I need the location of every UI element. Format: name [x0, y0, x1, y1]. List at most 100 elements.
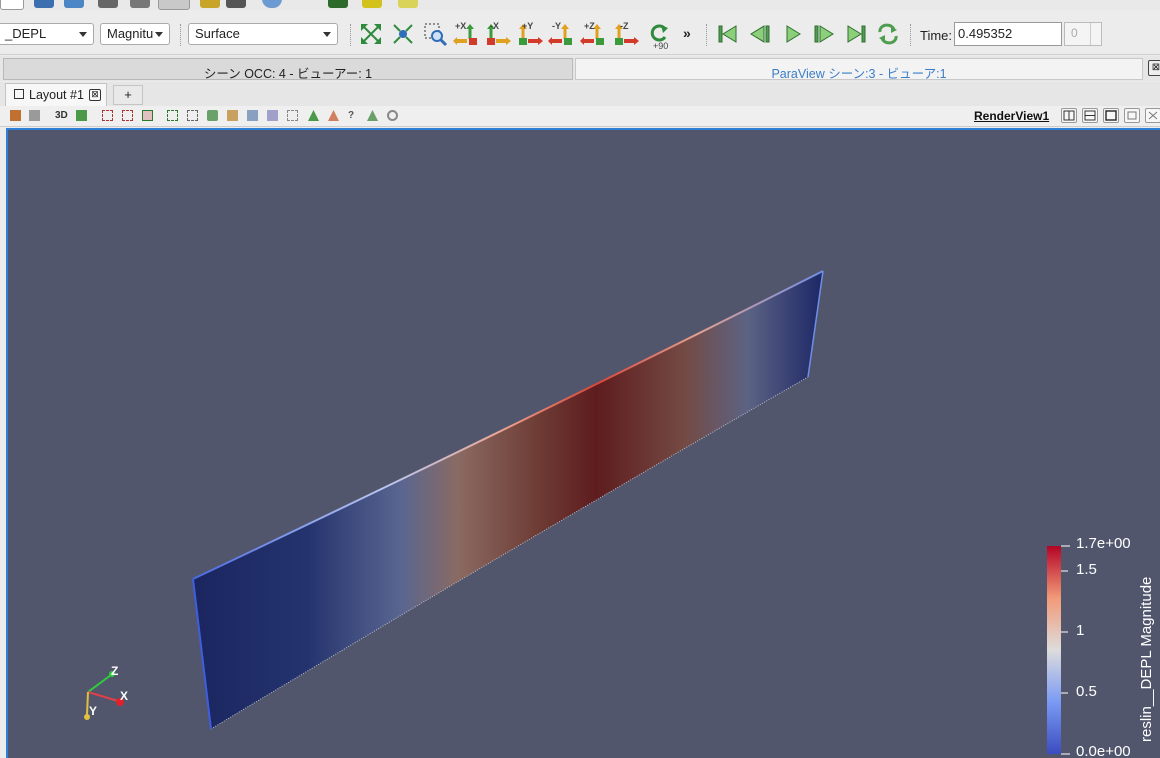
restore-icon [1127, 111, 1137, 120]
view-minus-z-button[interactable]: -Z [612, 21, 640, 47]
interactive-select-icon[interactable] [167, 110, 178, 121]
view-plus-x-label: +X [455, 21, 467, 31]
undo-icon[interactable] [130, 0, 150, 8]
play-button[interactable] [778, 21, 806, 47]
view-minus-z-label: -Z [620, 21, 629, 31]
zoom-to-box-button[interactable] [421, 21, 449, 47]
toolbar-overflow-button[interactable]: » [683, 25, 691, 41]
rotate-90-button[interactable]: +90 [645, 21, 673, 51]
view-plus-z-label: +Z [584, 21, 595, 31]
view-plus-x-button[interactable]: +X [453, 21, 481, 47]
split-vertical-icon [1084, 110, 1096, 121]
select-block-icon[interactable] [207, 110, 218, 121]
next-frame-button[interactable] [810, 21, 838, 47]
view-minus-y-button[interactable]: -Y [548, 21, 576, 47]
deformed-beam-mesh [193, 271, 823, 729]
array-selector-value: _DEPL [5, 26, 47, 41]
colorbar-tick-label: 1.5 [1076, 561, 1097, 578]
colorbar-gradient [1047, 546, 1061, 754]
save-icon[interactable] [64, 0, 84, 8]
select-points-icon[interactable] [122, 110, 133, 121]
add-layout-button[interactable]: + [113, 85, 143, 105]
clear-selection-icon[interactable] [287, 110, 298, 121]
maximize-button[interactable] [1103, 108, 1119, 123]
first-frame-button[interactable] [714, 21, 742, 47]
hover-points-icon[interactable] [227, 110, 238, 121]
chevron-down-icon [323, 32, 331, 37]
sphere-icon[interactable] [262, 0, 282, 8]
first-frame-icon [718, 25, 737, 43]
select-cells-icon[interactable] [102, 110, 113, 121]
grow-selection-icon[interactable] [247, 110, 258, 121]
layout-icon [14, 89, 24, 99]
view-tab-bar: シーン OCC: 4 - ビューアー: 1 ParaView シーン:3 - ビ… [0, 56, 1160, 81]
lightning-icon[interactable] [362, 0, 382, 8]
restore-button[interactable] [1124, 108, 1140, 123]
view-plus-z-button[interactable]: +Z [580, 21, 608, 47]
toolbar-separator [350, 24, 353, 46]
loop-button[interactable] [874, 21, 902, 47]
active-tool-icon[interactable] [158, 0, 190, 10]
component-selector[interactable]: Magnitu [100, 23, 170, 45]
spinbox-divider [1090, 23, 1091, 45]
camera-icon[interactable] [76, 110, 87, 121]
ruler-icon[interactable] [328, 110, 339, 121]
layout-tab-bar: Layout #1 ⊠ + [0, 82, 1160, 106]
layout-tab-label: Layout #1 [29, 88, 84, 102]
axis-z-line [87, 674, 112, 693]
chevron-down-icon [155, 32, 163, 37]
view-minus-x-button[interactable]: -X [484, 21, 512, 47]
upper-combo-edge[interactable] [0, 0, 24, 10]
chevron-down-icon [79, 32, 87, 37]
view-plus-y-button[interactable]: +Y [516, 21, 544, 47]
zoom-to-data-button[interactable] [389, 21, 417, 47]
render-view-name[interactable]: RenderView1 [974, 109, 1049, 123]
close-icon [1148, 111, 1158, 120]
tab-layout-1[interactable]: Layout #1 ⊠ [5, 83, 107, 106]
split-vertical-button[interactable] [1082, 108, 1098, 123]
tab-paraview-scene[interactable]: ParaView シーン:3 - ビューア:1 [575, 58, 1143, 81]
previous-frame-button[interactable] [746, 21, 774, 47]
star-icon[interactable] [398, 0, 418, 8]
close-view-icon[interactable]: ⊠ [1148, 60, 1160, 76]
cancel-icon[interactable] [387, 110, 398, 121]
last-frame-icon [847, 25, 866, 43]
representation-selector-value: Surface [195, 26, 240, 41]
select-polygon-icon[interactable] [187, 110, 198, 121]
representation-selector[interactable]: Surface [188, 23, 338, 45]
render-view[interactable]: 1.7e+00 1.5 1 0.5 0.0e+00 reslin__DEPL M… [6, 128, 1160, 758]
select-frustum-icon[interactable] [142, 110, 153, 121]
python-icon[interactable] [328, 0, 348, 8]
play-icon [786, 25, 801, 43]
capture-icon[interactable] [10, 110, 21, 121]
component-selector-value: Magnitu [107, 26, 154, 41]
tab-occ-scene[interactable]: シーン OCC: 4 - ビューアー: 1 [3, 58, 573, 81]
render-view-toolbar: 3D ? RenderView1 [0, 106, 1160, 127]
capture-disabled-icon [29, 110, 40, 121]
upper-toolbar-strip [0, 0, 1160, 10]
reset-camera-button[interactable] [357, 21, 385, 47]
open-icon[interactable] [34, 0, 54, 8]
view-minus-x-label: -X [490, 21, 499, 31]
colorbar-tick-label: 0.5 [1076, 683, 1097, 700]
time-index-spinbox[interactable]: 0 [1064, 22, 1102, 46]
time-input[interactable]: 0.495352 [954, 22, 1062, 46]
close-view-button[interactable] [1145, 108, 1160, 123]
toolbar-separator [910, 24, 913, 46]
toggle-3d-button[interactable]: 3D [55, 110, 68, 121]
split-horizontal-button[interactable] [1061, 108, 1077, 123]
colorbar-min-label: 0.0e+00 [1076, 743, 1131, 758]
find-data-icon[interactable] [367, 110, 378, 121]
axis-z-label: Z [111, 664, 119, 678]
close-layout-icon[interactable]: ⊠ [89, 89, 101, 101]
connect-icon[interactable] [98, 0, 118, 8]
filter-icon[interactable] [200, 0, 220, 8]
shrink-selection-icon[interactable] [267, 110, 278, 121]
axis-x-label: X [120, 689, 129, 703]
array-selector[interactable]: _DEPL [0, 23, 94, 45]
query-icon[interactable]: ? [348, 110, 359, 121]
edit-annotation-icon[interactable] [308, 110, 319, 121]
macro-icon[interactable] [226, 0, 246, 8]
toolbar-separator [706, 24, 709, 46]
last-frame-button[interactable] [842, 21, 870, 47]
